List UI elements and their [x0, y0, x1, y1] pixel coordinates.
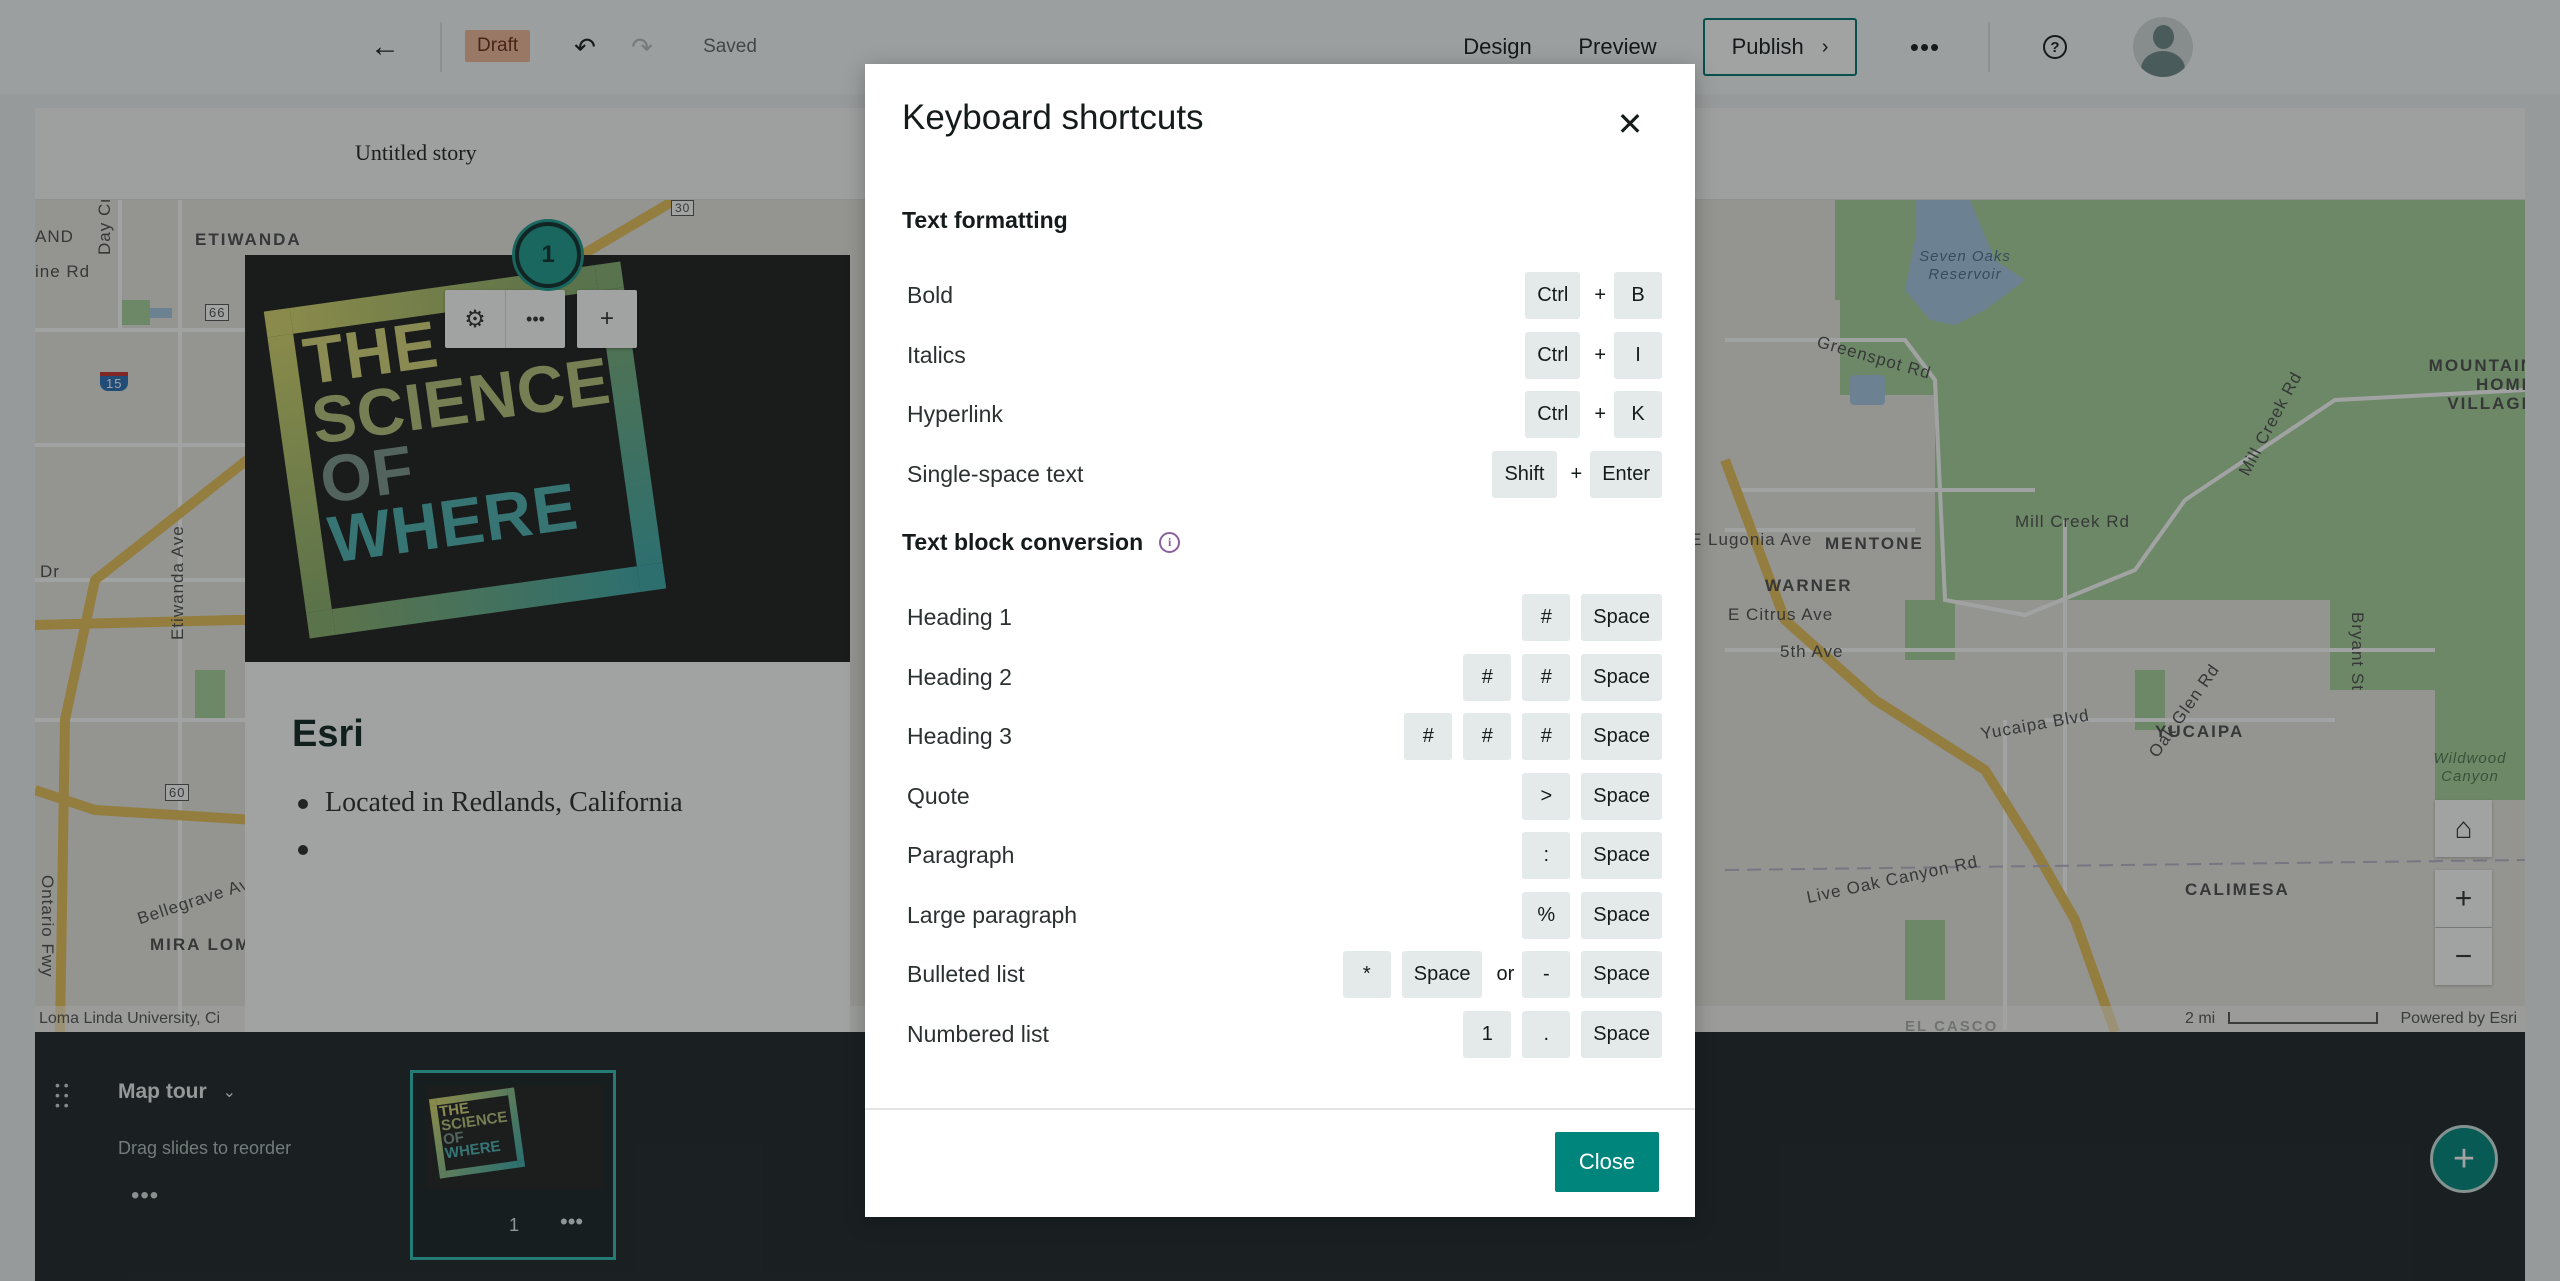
dialog-footer-divider — [865, 1108, 1695, 1110]
key-cap: Space — [1581, 951, 1662, 999]
section-title-label: Text formatting — [902, 206, 1068, 233]
shortcut-keys: # Space — [1522, 594, 1662, 642]
key-cap: > — [1522, 772, 1571, 820]
key-cap: Space — [1401, 951, 1483, 999]
key-cap: Ctrl — [1525, 331, 1581, 379]
shortcut-keys: % Space — [1522, 891, 1662, 939]
key-cap: Space — [1581, 832, 1662, 880]
shortcut-row: Italics Ctrl + I — [902, 326, 1662, 386]
shortcut-label: Numbered list — [907, 1020, 1049, 1047]
shortcut-group: Heading 1 # Space Heading 2 # # Space Heading 3… — [902, 588, 1662, 1062]
shortcut-label: Heading 2 — [907, 663, 1012, 690]
key-cap: # — [1522, 594, 1571, 642]
shortcut-keys: > Space — [1522, 772, 1662, 820]
shortcut-keys: Ctrl + K — [1525, 391, 1662, 439]
dialog-title: Keyboard shortcuts — [902, 98, 1204, 137]
key-cap: % — [1522, 891, 1571, 939]
shortcut-keys: : Space — [1522, 832, 1662, 880]
shortcut-keys: Ctrl + I — [1525, 331, 1662, 379]
key-joiner: + — [1594, 343, 1606, 366]
shortcut-label: Heading 3 — [907, 723, 1012, 750]
shortcut-row: Heading 1 # Space — [902, 588, 1662, 648]
shortcut-row: Hyperlink Ctrl + K — [902, 385, 1662, 445]
key-cap: # — [1463, 653, 1512, 701]
key-cap: Ctrl — [1525, 272, 1581, 320]
key-cap: 1 — [1463, 1010, 1512, 1058]
dialog-close-button[interactable]: ✕ — [1605, 99, 1655, 149]
key-cap: . — [1522, 1010, 1571, 1058]
shortcut-keys: # # # Space — [1404, 713, 1662, 761]
close-button[interactable]: Close — [1555, 1132, 1659, 1192]
key-cap: * — [1342, 951, 1391, 999]
key-cap: Enter — [1590, 450, 1662, 498]
key-joiner: + — [1570, 462, 1583, 485]
shortcut-row: Paragraph: Space — [902, 826, 1662, 886]
info-icon[interactable]: i — [1159, 531, 1181, 553]
shortcut-label: Quote — [907, 782, 970, 809]
section-title: Text formatting — [902, 196, 1662, 244]
shortcut-keys: Shift + Enter — [1492, 450, 1662, 498]
key-cap: Space — [1581, 891, 1662, 939]
shortcut-keys: 1. Space — [1463, 1010, 1662, 1058]
shortcut-row: Heading 2 # # Space — [902, 648, 1662, 708]
key-cap: # — [1522, 713, 1571, 761]
close-icon: ✕ — [1616, 106, 1644, 142]
section-title: Text block conversion i — [902, 518, 1662, 566]
key-cap: # — [1463, 713, 1512, 761]
shortcut-group: Bold Ctrl + B Italics Ctrl + I Hyperlink Ctrl + K Si… — [902, 266, 1662, 504]
shortcut-row: Numbered list 1. Space — [902, 1005, 1662, 1063]
key-cap: K — [1614, 391, 1662, 439]
shortcut-label: Bold — [907, 282, 954, 309]
shortcut-label: Single-space text — [907, 460, 1084, 487]
shortcut-row: Single-space text Shift + Enter — [902, 445, 1662, 505]
shortcut-row: Quote > Space — [902, 767, 1662, 827]
shortcut-label: Paragraph — [907, 842, 1015, 869]
shortcut-row: Heading 3 # # # Space — [902, 707, 1662, 767]
shortcut-row: Large paragraph% Space — [902, 886, 1662, 946]
keyboard-shortcuts-dialog: Keyboard shortcuts ✕ Text formatting Bold… — [865, 64, 1695, 1217]
key-cap: Space — [1581, 653, 1662, 701]
key-cap: Space — [1581, 594, 1662, 642]
section-title-label: Text block conversion — [902, 528, 1144, 555]
key-cap: : — [1522, 832, 1571, 880]
key-cap: I — [1614, 331, 1662, 379]
key-joiner: + — [1594, 284, 1606, 307]
key-joiner: or — [1496, 963, 1515, 986]
key-cap: Space — [1581, 1010, 1662, 1058]
shortcut-label: Hyperlink — [907, 401, 1003, 428]
key-cap: Space — [1581, 713, 1662, 761]
key-cap: # — [1522, 653, 1571, 701]
shortcut-keys: # # Space — [1463, 653, 1662, 701]
shortcut-label: Bulleted list — [907, 961, 1025, 988]
key-cap: Shift — [1492, 450, 1557, 498]
shortcut-label: Italics — [907, 341, 966, 368]
shortcut-row: Bulleted list * Space or - Space — [902, 945, 1662, 1005]
key-cap: Space — [1581, 772, 1662, 820]
key-cap: Ctrl — [1525, 391, 1581, 439]
shortcut-row: Bold Ctrl + B — [902, 266, 1662, 326]
key-cap: B — [1614, 272, 1662, 320]
shortcut-label: Heading 1 — [907, 604, 1012, 631]
shortcut-label: Large paragraph — [907, 901, 1078, 928]
shortcut-keys: Ctrl + B — [1525, 272, 1662, 320]
shortcut-keys: * Space or - Space — [1342, 951, 1662, 999]
key-cap: - — [1522, 951, 1571, 999]
key-cap: # — [1404, 713, 1453, 761]
shortcut-list[interactable]: Text formatting Bold Ctrl + B Italics Ctrl + I Hy… — [902, 184, 1662, 1062]
key-joiner: + — [1594, 403, 1606, 426]
